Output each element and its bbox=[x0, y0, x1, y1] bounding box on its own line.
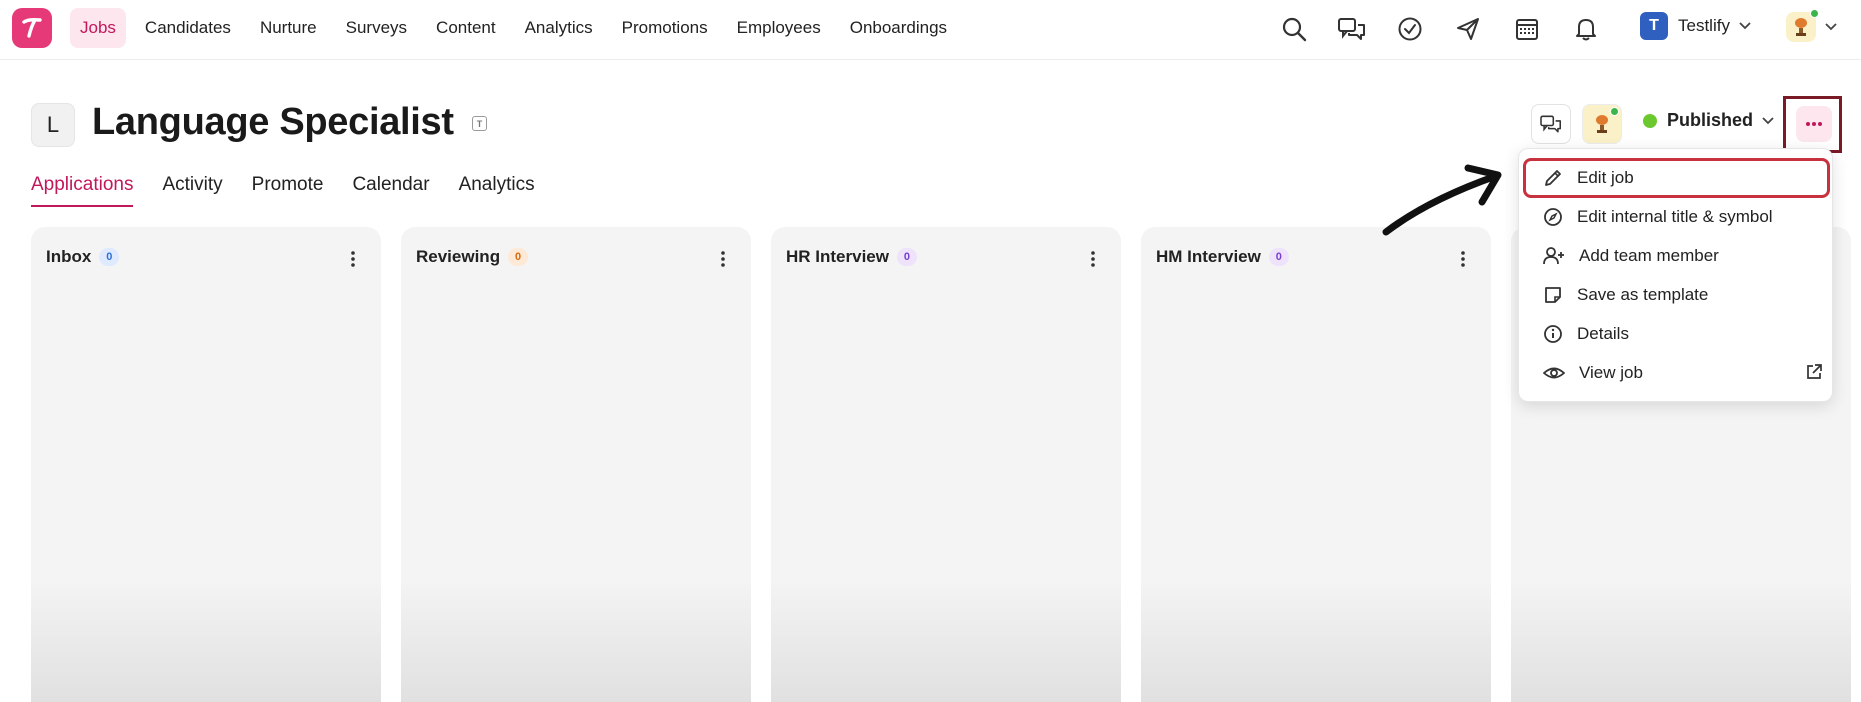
column-count-badge: 0 bbox=[508, 248, 529, 266]
send-icon[interactable] bbox=[1451, 12, 1485, 46]
kebab-icon bbox=[1461, 251, 1465, 267]
column-count-badge: 0 bbox=[1268, 248, 1289, 266]
compass-icon bbox=[1544, 208, 1562, 226]
column-title: Inbox bbox=[46, 247, 92, 266]
pencil-icon bbox=[1545, 170, 1561, 186]
column-count-badge: 0 bbox=[896, 248, 917, 266]
status-label: Published bbox=[1667, 110, 1754, 130]
nav-item-employees[interactable]: Employees bbox=[727, 8, 831, 48]
nav-item-nurture[interactable]: Nurture bbox=[250, 8, 327, 48]
bell-icon[interactable] bbox=[1569, 12, 1603, 46]
column-title: Reviewing bbox=[416, 247, 501, 266]
menu-item-edit-job[interactable]: Edit job bbox=[1523, 158, 1830, 198]
job-status-dropdown[interactable]: Published bbox=[1643, 110, 1775, 131]
online-status-dot bbox=[1810, 9, 1819, 18]
search-icon[interactable] bbox=[1277, 12, 1311, 46]
check-circle-icon[interactable] bbox=[1393, 12, 1427, 46]
tab-activity[interactable]: Activity bbox=[162, 174, 222, 207]
online-status-dot bbox=[1610, 107, 1619, 116]
column-title: HR Interview bbox=[786, 247, 889, 266]
column-menu-button[interactable] bbox=[1083, 247, 1103, 271]
title-badge-icon: T bbox=[472, 116, 487, 131]
column-menu-button[interactable] bbox=[343, 247, 363, 271]
menu-item-label: Edit internal title & symbol bbox=[1577, 207, 1773, 226]
column-menu-button[interactable] bbox=[1453, 247, 1473, 271]
page-title: Language Specialist bbox=[92, 101, 454, 143]
menu-item-details[interactable]: Details bbox=[1527, 314, 1827, 354]
nav-item-content[interactable]: Content bbox=[426, 8, 506, 48]
job-symbol[interactable]: L bbox=[31, 103, 75, 147]
annotation-arrow-icon bbox=[1382, 164, 1502, 236]
info-icon bbox=[1544, 325, 1562, 343]
company-avatar: T bbox=[1640, 12, 1668, 40]
nav-item-analytics[interactable]: Analytics bbox=[515, 8, 603, 48]
pipeline-column-inbox: Inbox 0 bbox=[31, 227, 381, 702]
comments-button[interactable] bbox=[1531, 104, 1571, 144]
chat-icon bbox=[1540, 115, 1561, 133]
menu-item-edit-internal-title[interactable]: Edit internal title & symbol bbox=[1527, 197, 1827, 237]
user-menu[interactable] bbox=[1786, 9, 1838, 42]
tab-calendar[interactable]: Calendar bbox=[352, 174, 429, 207]
company-switcher[interactable]: T Testlify bbox=[1640, 12, 1752, 40]
pipeline-column-reviewing: Reviewing 0 bbox=[401, 227, 751, 702]
nav-item-promotions[interactable]: Promotions bbox=[612, 8, 718, 48]
pipeline-column-hr-interview: HR Interview 0 bbox=[771, 227, 1121, 702]
nav-item-jobs[interactable]: Jobs bbox=[70, 8, 126, 48]
kebab-icon bbox=[1091, 251, 1095, 267]
team-avatar-button[interactable] bbox=[1582, 104, 1622, 144]
logo-icon bbox=[22, 18, 42, 38]
job-actions-menu: Edit job Edit internal title & symbol Ad… bbox=[1518, 148, 1833, 402]
menu-item-label: View job bbox=[1579, 363, 1643, 382]
nav-item-candidates[interactable]: Candidates bbox=[135, 8, 241, 48]
chat-icon[interactable] bbox=[1335, 12, 1369, 46]
company-name: Testlify bbox=[1678, 16, 1730, 35]
menu-item-view-job[interactable]: View job bbox=[1527, 353, 1827, 393]
chevron-down-icon bbox=[1825, 23, 1837, 31]
trophy-avatar-icon bbox=[1795, 18, 1807, 36]
external-link-icon bbox=[1807, 364, 1822, 379]
avatar bbox=[1786, 9, 1819, 42]
calendar-icon[interactable] bbox=[1510, 12, 1544, 46]
kebab-icon bbox=[721, 251, 725, 267]
tab-analytics[interactable]: Analytics bbox=[459, 174, 535, 207]
chevron-down-icon bbox=[1739, 22, 1751, 30]
menu-item-label: Details bbox=[1577, 324, 1629, 343]
more-actions-highlight-box bbox=[1783, 96, 1842, 153]
note-icon bbox=[1545, 287, 1561, 303]
trophy-avatar-icon bbox=[1596, 115, 1608, 133]
pipeline-column-hm-interview: HM Interview 0 bbox=[1141, 227, 1491, 702]
nav-item-surveys[interactable]: Surveys bbox=[336, 8, 417, 48]
eye-icon bbox=[1543, 367, 1565, 379]
user-plus-icon bbox=[1543, 247, 1564, 265]
menu-item-label: Add team member bbox=[1579, 246, 1719, 265]
ellipsis-icon bbox=[1806, 122, 1822, 126]
column-count-badge: 0 bbox=[99, 248, 120, 266]
kebab-icon bbox=[351, 251, 355, 267]
column-menu-button[interactable] bbox=[713, 247, 733, 271]
menu-item-label: Edit job bbox=[1577, 168, 1634, 187]
menu-item-save-as-template[interactable]: Save as template bbox=[1527, 275, 1827, 315]
tab-promote[interactable]: Promote bbox=[252, 174, 324, 207]
app-logo[interactable] bbox=[12, 8, 52, 48]
menu-item-add-team-member[interactable]: Add team member bbox=[1527, 236, 1827, 276]
job-tabs: Applications Activity Promote Calendar A… bbox=[31, 174, 564, 207]
column-title: HM Interview bbox=[1156, 247, 1261, 266]
chevron-down-icon bbox=[1762, 116, 1774, 124]
tab-applications[interactable]: Applications bbox=[31, 174, 134, 207]
more-actions-button[interactable] bbox=[1796, 106, 1832, 142]
status-dot bbox=[1643, 113, 1657, 128]
nav-item-onboardings[interactable]: Onboardings bbox=[840, 8, 957, 48]
menu-item-label: Save as template bbox=[1577, 285, 1709, 304]
